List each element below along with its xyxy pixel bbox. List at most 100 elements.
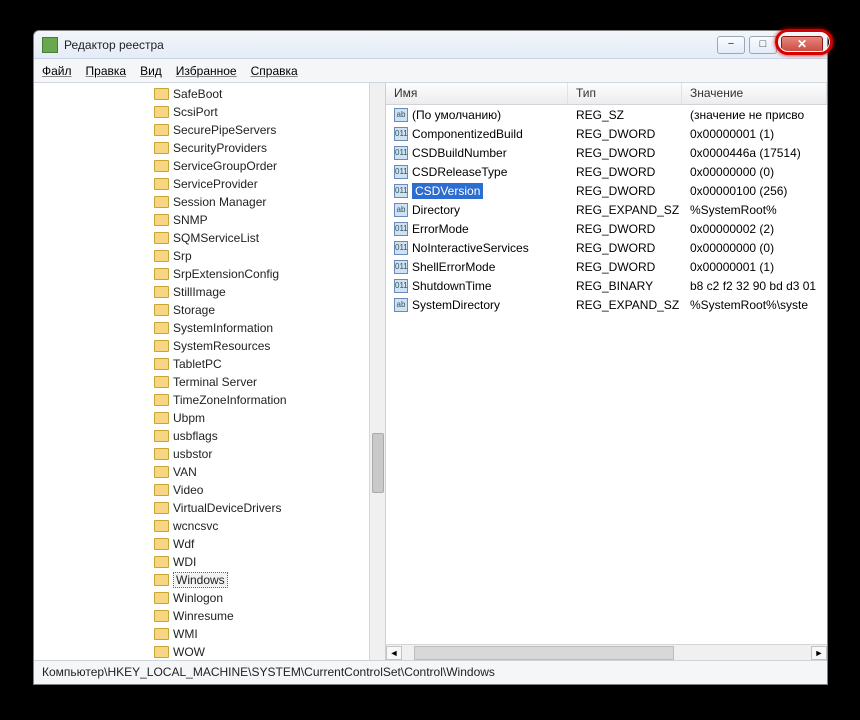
menu-view[interactable]: Вид xyxy=(140,64,162,78)
list-row[interactable]: abDirectoryREG_EXPAND_SZ%SystemRoot% xyxy=(386,200,827,219)
list-row[interactable]: 011CSDReleaseTypeREG_DWORD0x00000000 (0) xyxy=(386,162,827,181)
tree-item[interactable]: SNMP xyxy=(34,211,385,229)
folder-icon xyxy=(154,124,169,136)
folder-icon xyxy=(154,628,169,640)
folder-icon xyxy=(154,610,169,622)
tree-item[interactable]: VAN xyxy=(34,463,385,481)
list-rows[interactable]: ab(По умолчанию)REG_SZ(значение не присв… xyxy=(386,105,827,314)
tree-item[interactable]: SecurePipeServers xyxy=(34,121,385,139)
tree-item[interactable]: Winlogon xyxy=(34,589,385,607)
value-icon: 011 xyxy=(394,127,408,141)
tree-item-label: Storage xyxy=(173,303,215,317)
tree-item[interactable]: Storage xyxy=(34,301,385,319)
value-name: ErrorMode xyxy=(412,222,469,236)
tree-item-label: SrpExtensionConfig xyxy=(173,267,279,281)
menu-favorites[interactable]: Избранное xyxy=(176,64,237,78)
tree-item[interactable]: WMI xyxy=(34,625,385,643)
minimize-button[interactable]: − xyxy=(717,36,745,54)
cell-name: 011ShellErrorMode xyxy=(386,260,568,274)
list-row[interactable]: ab(По умолчанию)REG_SZ(значение не присв… xyxy=(386,105,827,124)
cell-value: 0x00000001 (1) xyxy=(682,260,827,274)
tree-item[interactable]: WDI xyxy=(34,553,385,571)
tree-item[interactable]: SecurityProviders xyxy=(34,139,385,157)
tree-item[interactable]: Video xyxy=(34,481,385,499)
maximize-button[interactable]: □ xyxy=(749,36,777,54)
folder-icon xyxy=(154,250,169,262)
tree-item[interactable]: usbstor xyxy=(34,445,385,463)
value-name: NoInteractiveServices xyxy=(412,241,529,255)
tree-item[interactable]: usbflags xyxy=(34,427,385,445)
tree-scroll-thumb[interactable] xyxy=(372,433,384,493)
tree-item[interactable]: Ubpm xyxy=(34,409,385,427)
value-icon: 011 xyxy=(394,241,408,255)
value-icon: ab xyxy=(394,203,408,217)
list-row[interactable]: 011CSDVersionREG_DWORD0x00000100 (256) xyxy=(386,181,827,200)
tree-item[interactable]: WOW xyxy=(34,643,385,660)
tree-item-label: Srp xyxy=(173,249,192,263)
tree-item-label: StillImage xyxy=(173,285,226,299)
tree-item[interactable]: Session Manager xyxy=(34,193,385,211)
tree-item-label: WMI xyxy=(173,627,198,641)
tree-item[interactable]: ServiceProvider xyxy=(34,175,385,193)
cell-type: REG_EXPAND_SZ xyxy=(568,203,682,217)
tree-item[interactable]: SystemInformation xyxy=(34,319,385,337)
value-name: SystemDirectory xyxy=(412,298,500,312)
tree-item-label: SecurityProviders xyxy=(173,141,267,155)
cell-type: REG_EXPAND_SZ xyxy=(568,298,682,312)
list-row[interactable]: 011CSDBuildNumberREG_DWORD0x0000446a (17… xyxy=(386,143,827,162)
tree-item[interactable]: SQMServiceList xyxy=(34,229,385,247)
tree-item[interactable]: VirtualDeviceDrivers xyxy=(34,499,385,517)
col-value[interactable]: Значение xyxy=(682,83,827,104)
close-button[interactable]: ✕ xyxy=(781,36,823,54)
tree-item-label: Terminal Server xyxy=(173,375,257,389)
col-type[interactable]: Тип xyxy=(568,83,682,104)
cell-name: 011 ShutdownTime xyxy=(386,279,568,293)
list-row[interactable]: 011ShellErrorModeREG_DWORD0x00000001 (1) xyxy=(386,257,827,276)
h-scroll-right[interactable]: ► xyxy=(811,646,827,660)
h-scrollbar[interactable]: ◄ ► xyxy=(386,644,827,660)
tree-item[interactable]: Wdf xyxy=(34,535,385,553)
tree-item-label: Winlogon xyxy=(173,591,223,605)
tree-item[interactable]: ScsiPort xyxy=(34,103,385,121)
tree[interactable]: SafeBootScsiPortSecurePipeServers Securit… xyxy=(34,83,385,660)
menu-file[interactable]: Файл xyxy=(42,64,72,78)
tree-item-label: ServiceGroupOrder xyxy=(173,159,277,173)
tree-item[interactable]: Winresume xyxy=(34,607,385,625)
tree-item[interactable]: StillImage xyxy=(34,283,385,301)
list-row[interactable]: 011ComponentizedBuildREG_DWORD0x00000001… xyxy=(386,124,827,143)
value-name: CSDReleaseType xyxy=(412,165,507,179)
tree-scrollbar[interactable] xyxy=(369,83,385,660)
list-row[interactable]: 011NoInteractiveServicesREG_DWORD0x00000… xyxy=(386,238,827,257)
tree-pane: SafeBootScsiPortSecurePipeServers Securit… xyxy=(34,83,386,660)
col-name[interactable]: Имя xyxy=(386,83,568,104)
cell-name: abSystemDirectory xyxy=(386,298,568,312)
folder-icon xyxy=(154,430,169,442)
value-icon: 011 xyxy=(394,279,408,293)
h-scroll-thumb[interactable] xyxy=(414,646,674,660)
menu-edit[interactable]: Правка xyxy=(86,64,127,78)
window-controls: − □ ✕ xyxy=(717,36,823,54)
h-scroll-left[interactable]: ◄ xyxy=(386,646,402,660)
titlebar[interactable]: Редактор реестра − □ ✕ xyxy=(34,31,827,59)
tree-item[interactable]: ServiceGroupOrder xyxy=(34,157,385,175)
tree-item[interactable]: SrpExtensionConfig xyxy=(34,265,385,283)
menu-help[interactable]: Справка xyxy=(251,64,298,78)
tree-item[interactable]: Terminal Server xyxy=(34,373,385,391)
tree-item[interactable]: SafeBoot xyxy=(34,85,385,103)
cell-type: REG_DWORD xyxy=(568,146,682,160)
value-name: ShutdownTime xyxy=(412,279,492,293)
tree-item[interactable]: Windows xyxy=(34,571,385,589)
list-row[interactable]: 011ShutdownTimeREG_BINARYb8 c2 f2 32 90 … xyxy=(386,276,827,295)
list-row[interactable]: abSystemDirectoryREG_EXPAND_SZ%SystemRoo… xyxy=(386,295,827,314)
list-row[interactable]: 011ErrorModeREG_DWORD0x00000002 (2) xyxy=(386,219,827,238)
list-header[interactable]: Имя Тип Значение xyxy=(386,83,827,105)
tree-item-label: Windows xyxy=(173,572,228,588)
tree-item[interactable]: SystemResources xyxy=(34,337,385,355)
folder-icon xyxy=(154,376,169,388)
tree-item[interactable]: wcncsvc xyxy=(34,517,385,535)
tree-item[interactable]: Srp xyxy=(34,247,385,265)
h-scroll-track[interactable] xyxy=(402,646,811,660)
tree-item[interactable]: TimeZoneInformation xyxy=(34,391,385,409)
list-pane: Имя Тип Значение ab(По умолчанию)REG_SZ(… xyxy=(386,83,827,660)
tree-item[interactable]: TabletPC xyxy=(34,355,385,373)
